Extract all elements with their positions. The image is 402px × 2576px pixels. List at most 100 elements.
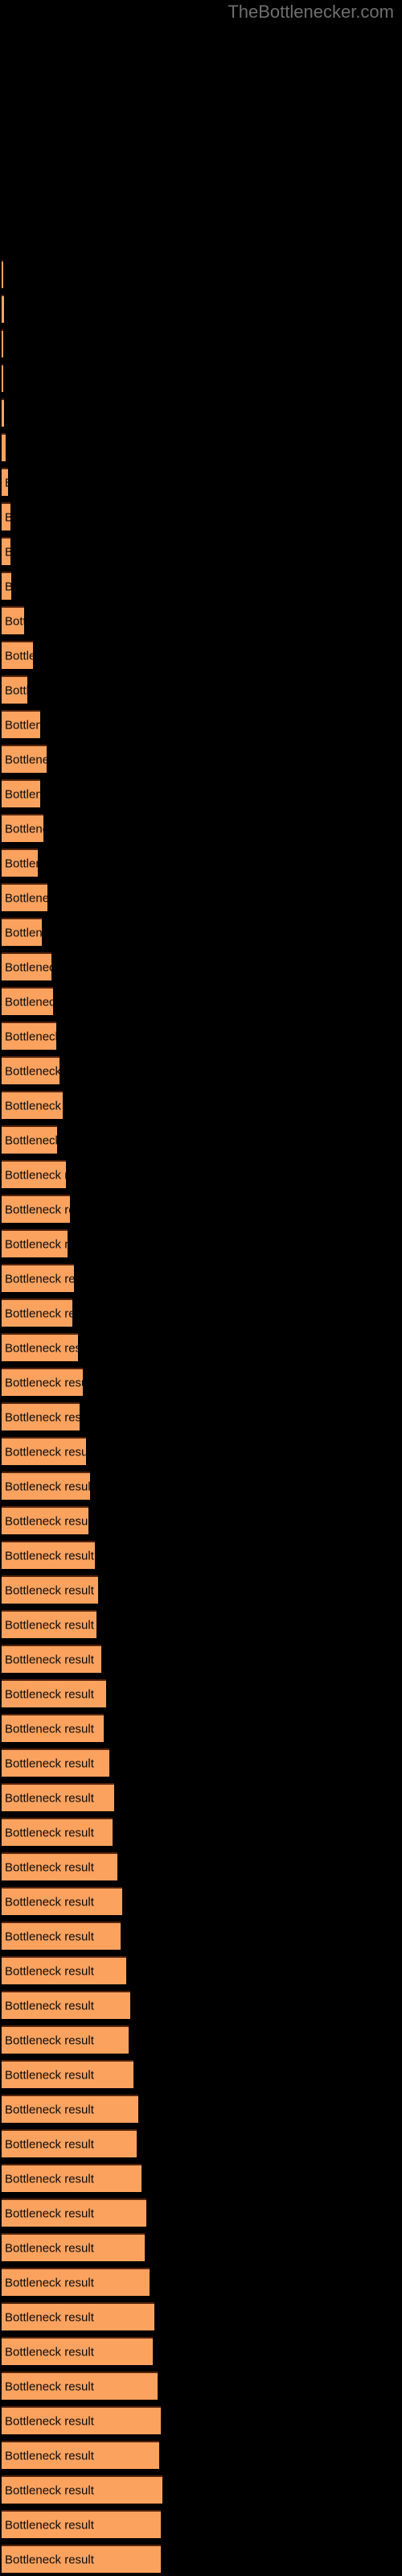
bar-row: Bottleneck result [2, 260, 3, 288]
bar-row: Bottleneck result [2, 1160, 66, 1188]
bar[interactable]: Bottleneck result [2, 1541, 95, 1569]
bar[interactable]: Bottleneck result [2, 1091, 63, 1119]
bar-label: Bottleneck result [5, 787, 40, 801]
bar[interactable]: Bottleneck result [2, 2268, 150, 2296]
bar[interactable]: Bottleneck result [2, 848, 38, 877]
bar[interactable]: Bottleneck result [2, 1264, 74, 1292]
bar[interactable]: Bottleneck result [2, 2164, 142, 2192]
bar-label: Bottleneck result [5, 2068, 94, 2082]
bar[interactable]: Bottleneck result [2, 1887, 122, 1915]
bar-label: Bottleneck result [5, 2033, 94, 2047]
bar[interactable]: Bottleneck result [2, 2441, 159, 2469]
bar[interactable]: Bottleneck result [2, 1748, 109, 1777]
bar-label: Bottleneck result [5, 1410, 80, 1424]
bar-label: Bottleneck result [5, 1445, 86, 1459]
bar-label: Bottleneck result [5, 891, 47, 905]
bar-row: Bottleneck result [2, 1402, 80, 1430]
bar[interactable]: Bottleneck result [2, 260, 3, 288]
bar[interactable]: Bottleneck result [2, 952, 51, 980]
bar[interactable]: Bottleneck result [2, 987, 53, 1015]
bar[interactable]: Bottleneck result [2, 2129, 137, 2157]
bar-label: Bottleneck result [5, 2449, 94, 2462]
bar[interactable]: Bottleneck result [2, 502, 10, 530]
bar-row: Bottleneck result [2, 1368, 83, 1396]
bar[interactable]: Bottleneck result [2, 1714, 104, 1742]
bar[interactable]: Bottleneck result [2, 572, 11, 600]
bar[interactable]: Bottleneck result [2, 1229, 68, 1257]
bar[interactable]: Bottleneck result [2, 883, 47, 911]
bar-row: Bottleneck result [2, 1506, 88, 1534]
bar-label: Bottleneck result [5, 1549, 94, 1563]
bar-row: Bottleneck result [2, 1125, 57, 1154]
bar[interactable]: Bottleneck result [2, 1195, 70, 1223]
bar[interactable]: Bottleneck result [2, 745, 47, 773]
bar[interactable]: Bottleneck result [2, 1610, 96, 1638]
bar[interactable]: Bottleneck result [2, 1125, 57, 1154]
bar-label: Bottleneck result [5, 649, 33, 663]
bar[interactable]: Bottleneck result [2, 2060, 133, 2088]
bar[interactable]: Bottleneck result [2, 814, 43, 842]
bar-label: Bottleneck result [5, 1860, 94, 1874]
bar[interactable]: Bottleneck result [2, 1368, 83, 1396]
bar[interactable]: Bottleneck result [2, 537, 10, 565]
bar[interactable]: Bottleneck result [2, 1022, 56, 1050]
bar-label: Bottleneck result [5, 1376, 83, 1389]
bar-row: Bottleneck result [2, 2372, 158, 2400]
bar[interactable]: Bottleneck result [2, 1506, 88, 1534]
bottleneck-bar-chart: Bottleneck result Bottleneck result Bottle… [0, 0, 402, 2576]
bar-label: Bottleneck result [5, 1930, 94, 1943]
bar[interactable]: Bottleneck result [2, 1852, 117, 1880]
bar[interactable]: Bottleneck result [2, 1783, 114, 1811]
bar[interactable]: Bottleneck result [2, 1818, 113, 1846]
bar-label: Bottleneck result [5, 1757, 94, 1770]
bar[interactable]: Bottleneck result [2, 468, 8, 496]
bar[interactable]: Bottleneck result [2, 2233, 145, 2261]
bar-label: Bottleneck result [5, 1687, 94, 1701]
bar[interactable]: Bottleneck result [2, 1472, 90, 1500]
bar[interactable]: Bottleneck result [2, 1333, 78, 1361]
bar[interactable]: Bottleneck result [2, 2198, 146, 2227]
bar[interactable]: Bottleneck result [2, 2372, 158, 2400]
bar[interactable]: Bottleneck result [2, 779, 40, 807]
bar-row: Bottleneck result [2, 814, 43, 842]
bar[interactable]: Bottleneck result [2, 1575, 98, 1604]
bar-label: Bottleneck result [5, 2414, 94, 2428]
bar-label: Bottleneck result [5, 822, 43, 836]
bar[interactable]: Bottleneck result [2, 1645, 101, 1673]
bar-row: Bottleneck result [2, 1783, 114, 1811]
bar[interactable]: Bottleneck result [2, 1922, 121, 1950]
bar[interactable]: Bottleneck result [2, 1160, 66, 1188]
bar[interactable]: Bottleneck result [2, 606, 24, 634]
bar[interactable]: Bottleneck result [2, 433, 6, 461]
bar[interactable]: Bottleneck result [2, 329, 3, 357]
bar-label: Bottleneck result [5, 2172, 94, 2186]
bar[interactable]: Bottleneck result [2, 675, 27, 704]
bar[interactable]: Bottleneck result [2, 2545, 161, 2573]
bar-label: Bottleneck result [5, 1099, 63, 1113]
bar-label: Bottleneck result [5, 1514, 88, 1528]
bar[interactable]: Bottleneck result [2, 398, 4, 427]
bar[interactable]: Bottleneck result [2, 2302, 154, 2330]
bar[interactable]: Bottleneck result [2, 1679, 106, 1707]
bar[interactable]: Bottleneck result [2, 1056, 59, 1084]
bar-row: Bottleneck result [2, 433, 6, 461]
bar[interactable]: Bottleneck result [2, 2406, 161, 2434]
bar[interactable]: Bottleneck result [2, 1298, 72, 1327]
bar[interactable]: Bottleneck result [2, 1991, 130, 2019]
bar[interactable]: Bottleneck result [2, 1437, 86, 1465]
bar[interactable]: Bottleneck result [2, 295, 4, 323]
bar-row: Bottleneck result [2, 2025, 129, 2054]
bar[interactable]: Bottleneck result [2, 2475, 162, 2504]
bar[interactable]: Bottleneck result [2, 2337, 153, 2365]
bar[interactable]: Bottleneck result [2, 2095, 138, 2123]
bar[interactable]: Bottleneck result [2, 710, 40, 738]
bar[interactable]: Bottleneck result [2, 918, 42, 946]
bar[interactable]: Bottleneck result [2, 1956, 126, 1984]
bar-label: Bottleneck result [5, 1826, 94, 1839]
bar[interactable]: Bottleneck result [2, 641, 33, 669]
bar[interactable]: Bottleneck result [2, 2510, 161, 2538]
bar-row: Bottleneck result [2, 1645, 101, 1673]
bar[interactable]: Bottleneck result [2, 2025, 129, 2054]
bar[interactable]: Bottleneck result [2, 364, 3, 392]
bar[interactable]: Bottleneck result [2, 1402, 80, 1430]
